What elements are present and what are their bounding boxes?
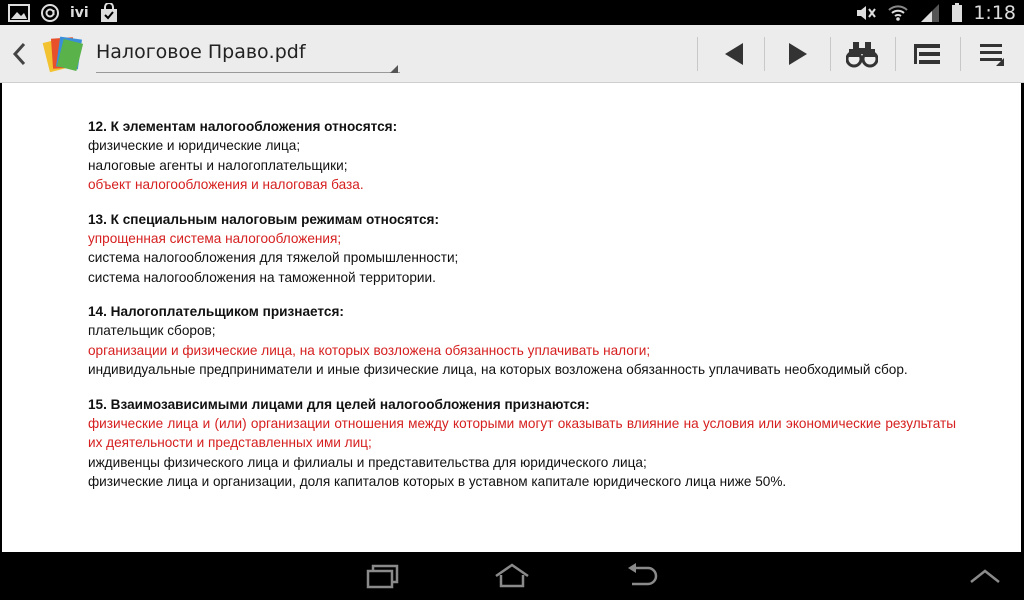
correct-answer-option: объект налогообложения и налоговая база.	[88, 177, 364, 192]
next-page-button[interactable]	[778, 35, 818, 73]
answer-option: физические лица и организации, доля капи…	[88, 474, 787, 489]
question-block: 15. Взаимозависимыми лицами для целей на…	[88, 395, 956, 492]
shopping-bag-icon	[100, 2, 117, 22]
find-button[interactable]	[842, 35, 882, 73]
question-title: 12. К элементам налогообложения относятс…	[88, 119, 398, 134]
recent-apps-icon	[366, 564, 399, 589]
answer-option: система налогообложения для тяжелой пром…	[88, 250, 459, 265]
answer-option: система налогообложения на таможенной те…	[88, 269, 436, 285]
answer-option: иждивенцы физического лица и филиалы и п…	[88, 454, 647, 470]
back-icon	[628, 563, 658, 586]
answer-option: налоговые агенты и налогоплательщики;	[88, 157, 348, 173]
outline-button[interactable]	[907, 35, 947, 73]
answer-option: плательщик сборов;	[88, 323, 216, 338]
pdf-page[interactable]: 12. К элементам налогообложения относятс…	[2, 83, 1021, 552]
answer-option: физические и юридические лица;	[88, 138, 301, 153]
page-content: 12. К элементам налогообложения относятс…	[88, 117, 956, 507]
home-button[interactable]	[487, 560, 537, 592]
recent-apps-button[interactable]	[358, 560, 408, 592]
previous-page-button[interactable]	[714, 35, 754, 73]
status-bar: ivi 1:18	[0, 0, 1024, 25]
answer-option: индивидуальные предприниматели и иные фи…	[88, 362, 908, 377]
toolbar-divider	[764, 37, 765, 71]
outline-icon	[914, 44, 940, 64]
signal-icon	[921, 3, 940, 22]
chevron-up-icon	[970, 569, 1000, 583]
up-navigation-icon[interactable]	[10, 41, 30, 67]
home-icon	[495, 563, 529, 588]
navigation-bar	[0, 552, 1024, 600]
correct-answer-option: организации и физические лица, на которы…	[88, 342, 651, 358]
wifi-icon	[888, 4, 909, 21]
question-title: 13. К специальным налоговым режимам отно…	[88, 211, 440, 227]
system-status-icons: 1:18	[855, 0, 1016, 25]
question-block: 12. К элементам налогообложения относятс…	[88, 117, 956, 195]
correct-answer-option: физические лица и (или) организации отно…	[88, 415, 956, 451]
menu-icon	[980, 44, 1004, 66]
question-title: 15. Взаимозависимыми лицами для целей на…	[88, 396, 590, 412]
at-icon	[41, 3, 59, 22]
clock: 1:18	[973, 1, 1016, 24]
question-title: 14. Налогоплательщиком признается:	[88, 304, 344, 319]
battery-icon	[952, 2, 963, 22]
question-block: 14. Налогоплательщиком признается: плате…	[88, 302, 956, 380]
correct-answer-option: упрощенная система налогообложения;	[88, 230, 342, 246]
mute-icon	[857, 5, 877, 20]
back-button[interactable]	[617, 560, 667, 592]
collapse-button[interactable]	[960, 560, 1010, 592]
document-title-spinner[interactable]: Налоговое Право.pdf	[96, 41, 306, 63]
action-bar: Налоговое Право.pdf	[0, 25, 1024, 83]
toolbar-divider	[895, 37, 896, 71]
app-logo-icon[interactable]	[40, 34, 86, 74]
question-block: 13. К специальным налоговым режимам отно…	[88, 210, 956, 288]
title-underline	[96, 72, 400, 73]
spinner-indicator	[390, 65, 398, 73]
toolbar-divider	[960, 37, 961, 71]
ivi-notification-label: ivi	[70, 4, 89, 21]
gallery-icon	[8, 3, 30, 22]
notification-icons: ivi	[8, 2, 119, 23]
next-icon	[789, 43, 807, 65]
overflow-menu-button[interactable]	[972, 35, 1012, 73]
binoculars-icon	[846, 42, 878, 68]
toolbar-divider	[830, 37, 831, 71]
toolbar-divider	[697, 37, 698, 71]
previous-icon	[725, 43, 743, 65]
